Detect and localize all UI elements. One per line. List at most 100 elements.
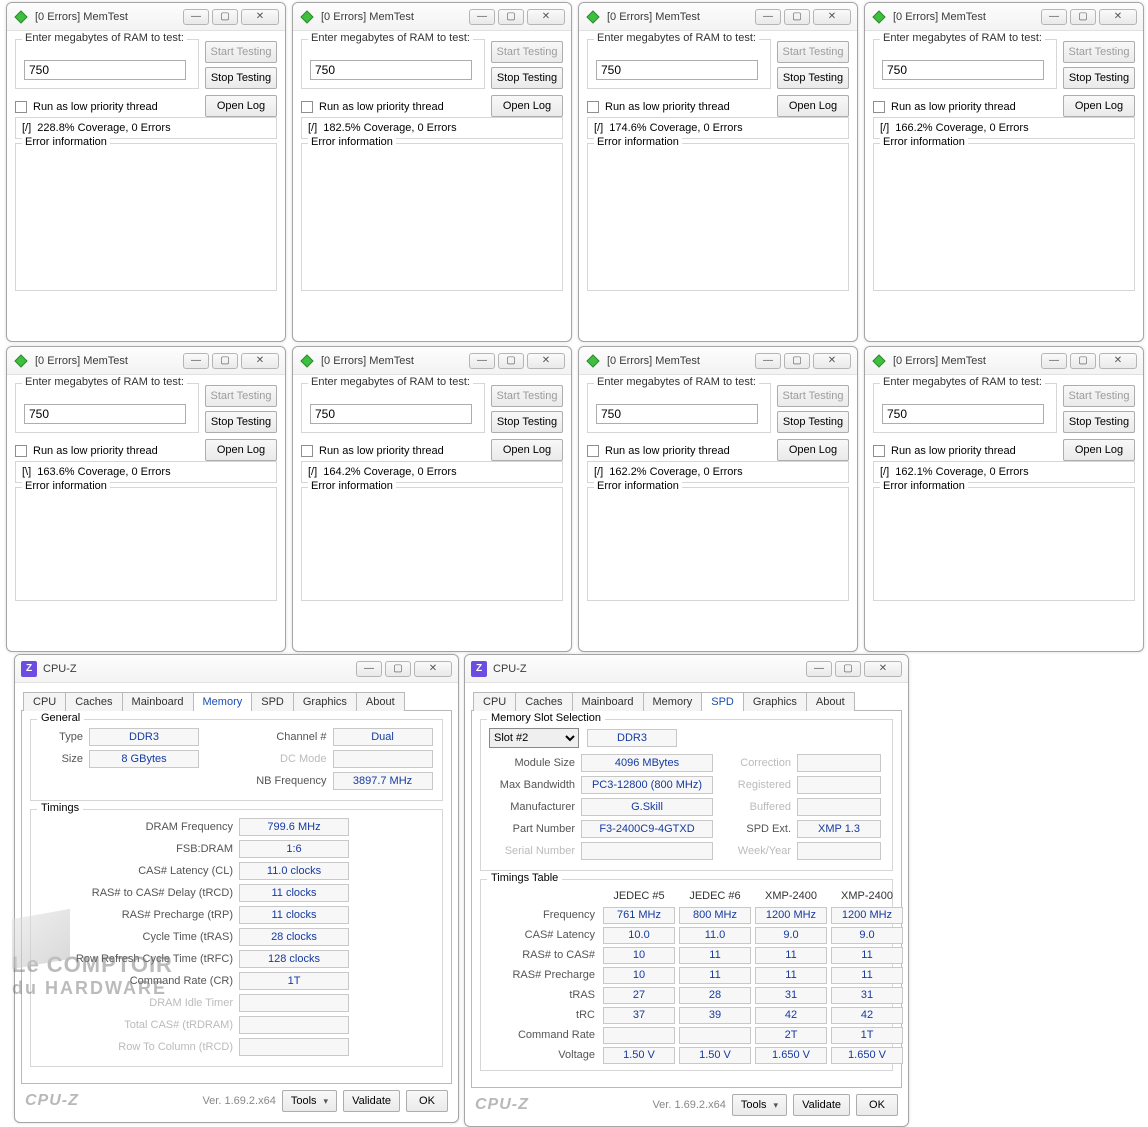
start-testing-button[interactable]: Start Testing [777,41,849,63]
minimize-button[interactable]: — [183,353,209,369]
tab-caches[interactable]: Caches [515,692,572,711]
low-priority-checkbox[interactable] [301,445,313,457]
close-button[interactable]: ✕ [527,9,565,25]
open-log-button[interactable]: Open Log [491,95,563,117]
ok-button[interactable]: OK [856,1094,898,1116]
tab-spd[interactable]: SPD [251,692,294,711]
stop-testing-button[interactable]: Stop Testing [777,411,849,433]
stop-testing-button[interactable]: Stop Testing [777,67,849,89]
tab-about[interactable]: About [356,692,405,711]
titlebar[interactable]: Z CPU-Z — ▢ ✕ [465,655,908,683]
tab-cpu[interactable]: CPU [23,692,66,711]
tab-caches[interactable]: Caches [65,692,122,711]
close-button[interactable]: ✕ [414,661,452,677]
low-priority-checkbox[interactable] [15,101,27,113]
titlebar[interactable]: [0 Errors] MemTest — ▢ ✕ [293,3,571,31]
tab-mainboard[interactable]: Mainboard [572,692,644,711]
titlebar[interactable]: [0 Errors] MemTest — ▢ ✕ [7,3,285,31]
start-testing-button[interactable]: Start Testing [1063,41,1135,63]
close-button[interactable]: ✕ [813,353,851,369]
low-priority-checkbox[interactable] [587,101,599,113]
minimize-button[interactable]: — [469,9,495,25]
ram-input[interactable] [596,60,758,80]
low-priority-checkbox[interactable] [15,445,27,457]
ram-input[interactable] [24,60,186,80]
maximize-button[interactable]: ▢ [498,9,524,25]
start-testing-button[interactable]: Start Testing [205,385,277,407]
close-button[interactable]: ✕ [1099,353,1137,369]
titlebar[interactable]: [0 Errors] MemTest — ▢ ✕ [865,347,1143,375]
maximize-button[interactable]: ▢ [1070,353,1096,369]
tools-button[interactable]: Tools [732,1094,787,1116]
slot-select[interactable]: Slot #2 [489,728,579,748]
open-log-button[interactable]: Open Log [205,95,277,117]
minimize-button[interactable]: — [1041,9,1067,25]
close-button[interactable]: ✕ [527,353,565,369]
minimize-button[interactable]: — [755,9,781,25]
start-testing-button[interactable]: Start Testing [1063,385,1135,407]
start-testing-button[interactable]: Start Testing [205,41,277,63]
stop-testing-button[interactable]: Stop Testing [491,411,563,433]
ram-input[interactable] [24,404,186,424]
stop-testing-button[interactable]: Stop Testing [205,67,277,89]
tab-cpu[interactable]: CPU [473,692,516,711]
titlebar[interactable]: [0 Errors] MemTest — ▢ ✕ [865,3,1143,31]
titlebar[interactable]: [0 Errors] MemTest — ▢ ✕ [579,3,857,31]
stop-testing-button[interactable]: Stop Testing [1063,67,1135,89]
tab-graphics[interactable]: Graphics [293,692,357,711]
open-log-button[interactable]: Open Log [1063,95,1135,117]
tab-about[interactable]: About [806,692,855,711]
start-testing-button[interactable]: Start Testing [777,385,849,407]
open-log-button[interactable]: Open Log [491,439,563,461]
low-priority-checkbox[interactable] [587,445,599,457]
start-testing-button[interactable]: Start Testing [491,385,563,407]
maximize-button[interactable]: ▢ [385,661,411,677]
stop-testing-button[interactable]: Stop Testing [1063,411,1135,433]
maximize-button[interactable]: ▢ [784,9,810,25]
maximize-button[interactable]: ▢ [1070,9,1096,25]
minimize-button[interactable]: — [356,661,382,677]
titlebar[interactable]: [0 Errors] MemTest — ▢ ✕ [579,347,857,375]
start-testing-button[interactable]: Start Testing [491,41,563,63]
open-log-button[interactable]: Open Log [777,439,849,461]
tab-graphics[interactable]: Graphics [743,692,807,711]
stop-testing-button[interactable]: Stop Testing [491,67,563,89]
maximize-button[interactable]: ▢ [498,353,524,369]
close-button[interactable]: ✕ [1099,9,1137,25]
low-priority-checkbox[interactable] [301,101,313,113]
ram-input[interactable] [882,60,1044,80]
open-log-button[interactable]: Open Log [1063,439,1135,461]
titlebar[interactable]: Z CPU-Z — ▢ ✕ [15,655,458,683]
open-log-button[interactable]: Open Log [205,439,277,461]
close-button[interactable]: ✕ [241,353,279,369]
titlebar[interactable]: [0 Errors] MemTest — ▢ ✕ [293,347,571,375]
ram-input[interactable] [882,404,1044,424]
minimize-button[interactable]: — [183,9,209,25]
tools-button[interactable]: Tools [282,1090,337,1112]
tab-spd[interactable]: SPD [701,692,744,711]
close-button[interactable]: ✕ [864,661,902,677]
minimize-button[interactable]: — [755,353,781,369]
open-log-button[interactable]: Open Log [777,95,849,117]
maximize-button[interactable]: ▢ [784,353,810,369]
ok-button[interactable]: OK [406,1090,448,1112]
tab-memory[interactable]: Memory [193,692,253,711]
ram-input[interactable] [310,60,472,80]
minimize-button[interactable]: — [806,661,832,677]
ram-input[interactable] [310,404,472,424]
stop-testing-button[interactable]: Stop Testing [205,411,277,433]
low-priority-checkbox[interactable] [873,445,885,457]
ram-input[interactable] [596,404,758,424]
close-button[interactable]: ✕ [813,9,851,25]
maximize-button[interactable]: ▢ [212,9,238,25]
tab-mainboard[interactable]: Mainboard [122,692,194,711]
tab-memory[interactable]: Memory [643,692,703,711]
maximize-button[interactable]: ▢ [212,353,238,369]
close-button[interactable]: ✕ [241,9,279,25]
minimize-button[interactable]: — [1041,353,1067,369]
low-priority-checkbox[interactable] [873,101,885,113]
validate-button[interactable]: Validate [343,1090,400,1112]
titlebar[interactable]: [0 Errors] MemTest — ▢ ✕ [7,347,285,375]
maximize-button[interactable]: ▢ [835,661,861,677]
minimize-button[interactable]: — [469,353,495,369]
